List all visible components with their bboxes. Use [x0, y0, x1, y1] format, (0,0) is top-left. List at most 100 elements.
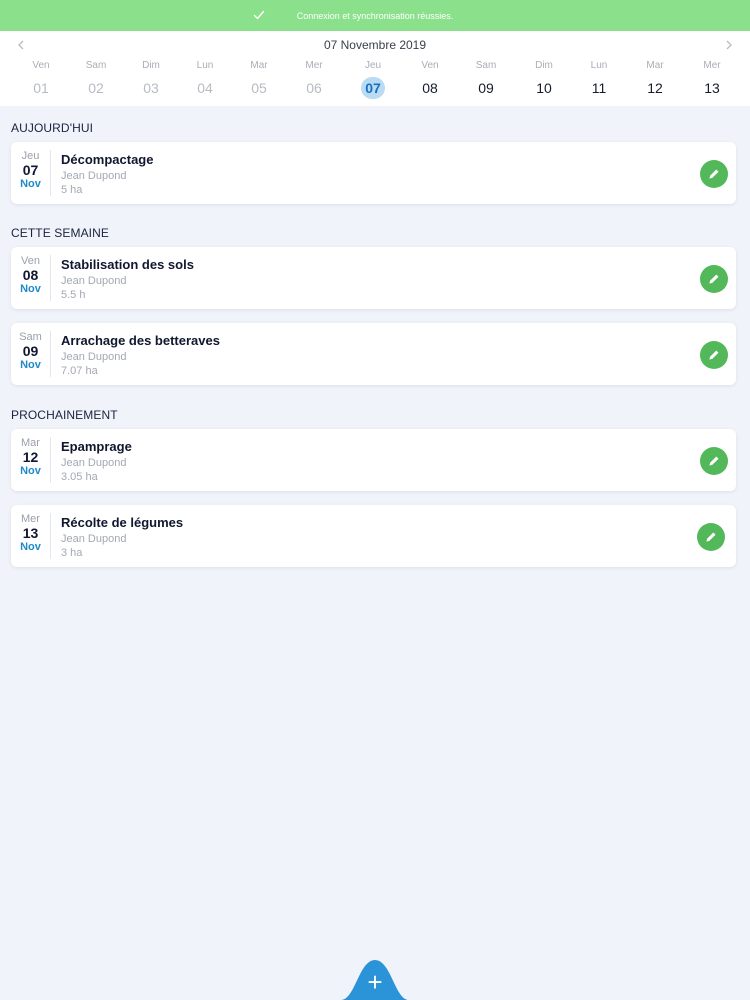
edit-task-button[interactable]: [700, 341, 728, 369]
calendar-day-06[interactable]: Mer 06: [289, 59, 339, 99]
calendar-day-01[interactable]: Ven 01: [16, 59, 66, 99]
calendar-day-name: Ven: [421, 60, 439, 71]
add-task-button[interactable]: +: [341, 960, 409, 1000]
task-month: Nov: [20, 541, 41, 553]
task-card[interactable]: Jeu 07 Nov Décompactage Jean Dupond 5 ha: [11, 142, 736, 204]
pencil-icon: [709, 274, 719, 284]
calendar-month-title: 07 Novembre 2019: [323, 38, 427, 52]
task-date: Mer 13 Nov: [11, 513, 51, 559]
task-title: Décompactage: [61, 152, 154, 167]
task-card[interactable]: Sam 09 Nov Arrachage des betteraves Jean Dup…: [11, 323, 736, 385]
calendar-day-number: 03: [143, 80, 159, 96]
section-title: CETTE SEMAINE: [11, 226, 109, 240]
calendar-day-number: 05: [251, 80, 267, 96]
task-day-number: 08: [22, 267, 39, 283]
task-amount: 5 ha: [61, 184, 83, 196]
section-title: AUJOURD'HUI: [11, 121, 94, 135]
task-info: Stabilisation des sols Jean Dupond 5.5 h: [61, 257, 621, 302]
calendar-day-10[interactable]: Dim 10: [519, 59, 569, 99]
calendar-day-07[interactable]: Jeu 07: [348, 59, 398, 99]
sync-banner: Connexion et synchronisation réussies.: [0, 0, 750, 31]
task-card[interactable]: Ven 08 Nov Stabilisation des sols Jean Dupon…: [11, 247, 736, 309]
task-card[interactable]: Mer 13 Nov Récolte de légumes Jean Dupond 3 h…: [11, 505, 736, 567]
calendar-day-03[interactable]: Dim 03: [126, 59, 176, 99]
calendar-day-name: Mer: [305, 60, 323, 71]
task-month: Nov: [20, 178, 41, 190]
calendar-day-name: Mar: [250, 60, 268, 71]
calendar-day-number: 13: [704, 80, 720, 96]
task-day-number: 13: [22, 525, 39, 541]
calendar-day-number: 09: [478, 80, 494, 96]
pencil-icon: [706, 532, 716, 542]
calendar-day-number: 11: [591, 80, 607, 96]
task-amount: 5.5 h: [61, 289, 86, 301]
task-person: Jean Dupond: [61, 275, 127, 287]
calendar-day-name: Dim: [535, 60, 553, 71]
task-person: Jean Dupond: [61, 351, 127, 363]
task-info: Récolte de légumes Jean Dupond 3 ha: [61, 515, 621, 560]
calendar-day-11[interactable]: Lun 11: [574, 59, 624, 99]
task-date: Ven 08 Nov: [11, 255, 51, 301]
task-card[interactable]: Mar 12 Nov Epamprage Jean Dupond 3.05 ha: [11, 429, 736, 491]
calendar-day-04[interactable]: Lun 04: [180, 59, 230, 99]
task-title: Arrachage des betteraves: [61, 333, 220, 348]
calendar-day-12[interactable]: Mar 12: [630, 59, 680, 99]
task-person: Jean Dupond: [61, 170, 127, 182]
calendar-day-09[interactable]: Sam 09: [461, 59, 511, 99]
task-info: Epamprage Jean Dupond 3.05 ha: [61, 439, 621, 484]
calendar-day-number: 02: [88, 80, 104, 96]
task-info: Arrachage des betteraves Jean Dupond 7.07 …: [61, 333, 621, 378]
task-person: Jean Dupond: [61, 457, 127, 469]
calendar-days: Ven 01 Sam 02 Dim 03 Lun 04 Mar 05 Mer 06 Jeu 07 Ven 08…: [0, 59, 750, 103]
task-title: Récolte de légumes: [61, 515, 184, 530]
calendar-day-02[interactable]: Sam 02: [71, 59, 121, 99]
task-person: Jean Dupond: [61, 533, 127, 545]
task-amount: 3 ha: [61, 547, 83, 559]
calendar-day-number: 07: [361, 77, 385, 99]
edit-task-button[interactable]: [697, 523, 725, 551]
task-month: Nov: [20, 359, 41, 371]
calendar-day-name: Ven: [32, 60, 50, 71]
calendar-day-08[interactable]: Ven 08: [405, 59, 455, 99]
calendar-day-13[interactable]: Mer 13: [687, 59, 737, 99]
calendar-day-number: 10: [536, 80, 552, 96]
task-day-number: 09: [22, 343, 39, 359]
section-title: PROCHAINEMENT: [11, 408, 118, 422]
task-day-number: 12: [22, 449, 39, 465]
pencil-icon: [709, 350, 719, 360]
calendar-day-name: Sam: [475, 60, 497, 71]
edit-task-button[interactable]: [700, 265, 728, 293]
calendar-day-number: 06: [306, 80, 322, 96]
task-date: Mar 12 Nov: [11, 437, 51, 483]
sync-message: Connexion et synchronisation réussies.: [296, 10, 454, 21]
task-month: Nov: [20, 283, 41, 295]
task-month: Nov: [20, 465, 41, 477]
edit-task-button[interactable]: [700, 160, 728, 188]
task-amount: 7.07 ha: [61, 365, 98, 377]
task-title: Epamprage: [61, 439, 132, 454]
task-date: Sam 09 Nov: [11, 331, 51, 377]
week-calendar: 07 Novembre 2019 Ven 01 Sam 02 Dim 03 Lun 04 Mar…: [0, 31, 750, 106]
calendar-day-number: 01: [33, 80, 49, 96]
pencil-icon: [709, 456, 719, 466]
task-amount: 3.05 ha: [61, 471, 98, 483]
calendar-day-name: Sam: [85, 60, 107, 71]
task-info: Décompactage Jean Dupond 5 ha: [61, 152, 621, 197]
chevron-right-icon[interactable]: [721, 37, 737, 53]
edit-task-button[interactable]: [700, 447, 728, 475]
plus-icon: +: [367, 967, 383, 997]
calendar-day-number: 08: [422, 80, 438, 96]
check-icon: [253, 10, 265, 20]
calendar-day-name: Jeu: [364, 60, 382, 71]
calendar-day-name: Lun: [590, 60, 608, 71]
task-date: Jeu 07 Nov: [11, 150, 51, 196]
calendar-day-name: Lun: [196, 60, 214, 71]
task-day-number: 07: [22, 162, 39, 178]
calendar-day-name: Dim: [142, 60, 160, 71]
calendar-day-05[interactable]: Mar 05: [234, 59, 284, 99]
calendar-day-number: 04: [197, 80, 213, 96]
calendar-day-name: Mar: [646, 60, 664, 71]
pencil-icon: [709, 169, 719, 179]
task-title: Stabilisation des sols: [61, 257, 194, 272]
calendar-day-number: 12: [647, 80, 663, 96]
